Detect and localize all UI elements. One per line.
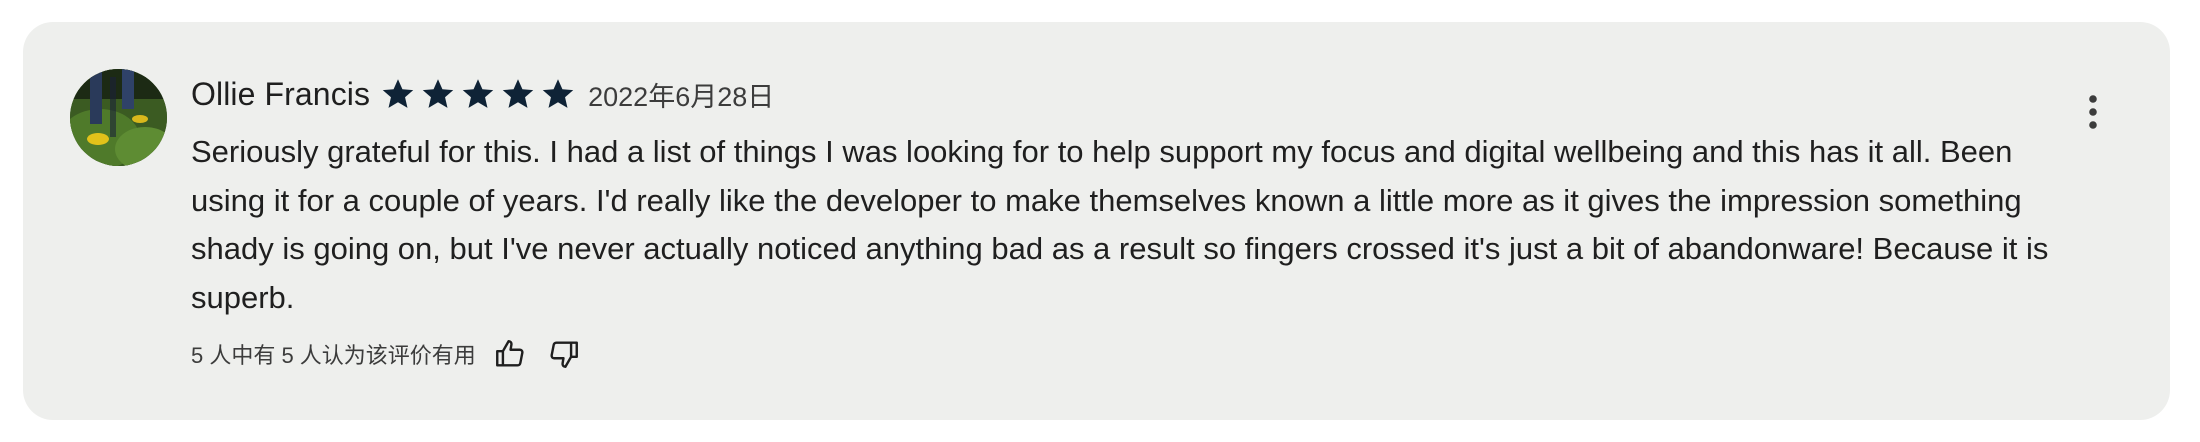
avatar [70,69,167,166]
thumbs-up-button[interactable] [490,334,530,374]
review-card: Ollie Francis 2022年6月28日 Seriously grate… [23,22,2170,420]
review-text: Seriously grateful for this. I had a lis… [191,134,2049,315]
thumbs-down-button[interactable] [544,334,584,374]
thumbs-up-icon [495,340,524,367]
review-date: 2022年6月28日 [588,81,775,112]
avatar-photo [70,69,167,166]
more-options-button[interactable] [2073,90,2113,134]
star-icon [382,79,414,108]
star-rating [380,76,576,112]
star-icon [542,79,574,108]
star-icon [422,79,454,108]
star-icon [462,79,494,108]
review-footer: 5 人中有 5 人认为该评价有用 [191,332,584,376]
review-header: Ollie Francis 2022年6月28日 [191,72,774,116]
author-name: Ollie Francis [191,75,371,112]
star-icon [502,79,534,108]
thumbs-down-icon [550,341,578,368]
more-vert-icon [2089,95,2097,129]
helpful-count: 5 人中有 5 人认为该评价有用 [191,343,476,368]
